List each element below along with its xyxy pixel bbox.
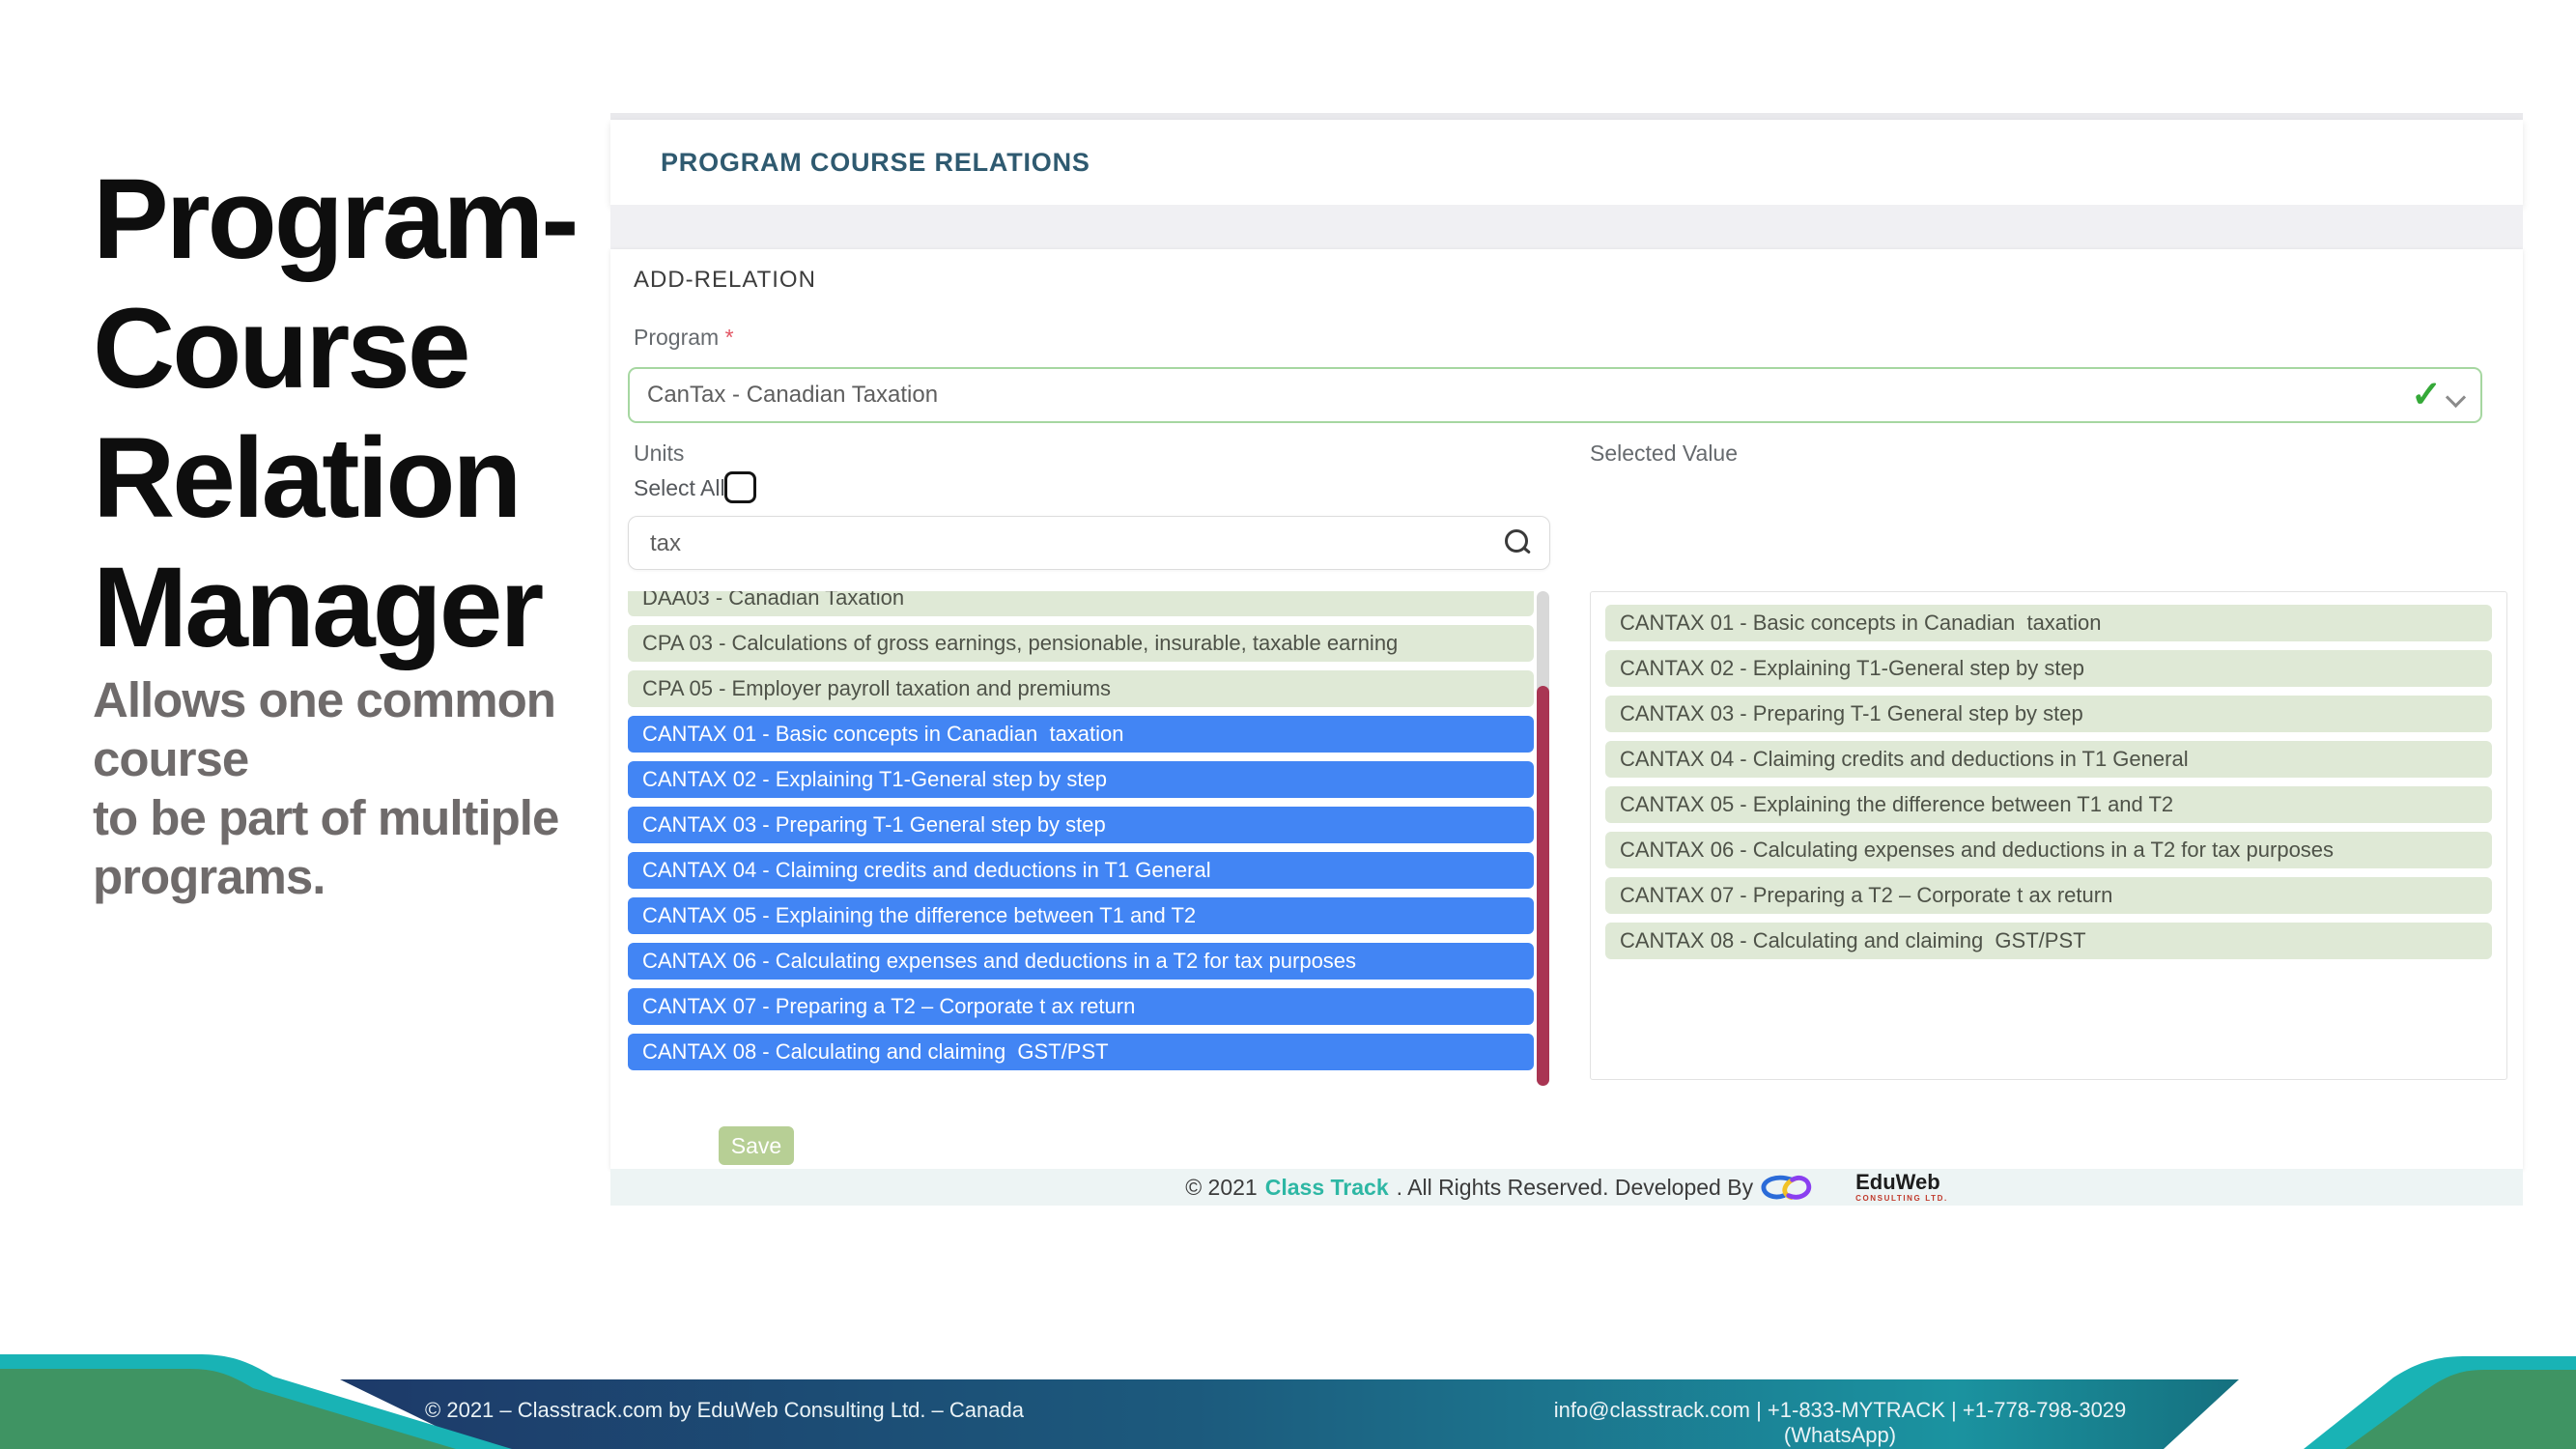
- selected-value-item: CANTAX 02 - Explaining T1-General step b…: [1605, 650, 2492, 687]
- unit-option[interactable]: CANTAX 06 - Calculating expenses and ded…: [628, 943, 1534, 980]
- selected-value-item: CANTAX 06 - Calculating expenses and ded…: [1605, 832, 2492, 868]
- required-asterisk: *: [725, 325, 734, 350]
- unit-option[interactable]: CANTAX 01 - Basic concepts in Canadian t…: [628, 716, 1534, 753]
- units-label: Units: [634, 440, 684, 467]
- search-icon[interactable]: [1505, 529, 1528, 553]
- valid-check-icon: ✓: [2411, 373, 2442, 416]
- program-selected-value: CanTax - Canadian Taxation: [647, 382, 938, 409]
- section-title: ADD-RELATION: [634, 267, 816, 294]
- slide-root: Program- Course Relation Manager Allows …: [0, 0, 2576, 1449]
- units-search: [628, 516, 1550, 570]
- ribbon-contact-text: info@classtrack.com | +1-833-MYTRACK | +…: [1521, 1398, 2159, 1448]
- selected-value-label: Selected Value: [1590, 440, 1738, 467]
- unit-option[interactable]: DAA03 - Canadian Taxation: [628, 591, 1534, 616]
- select-all-label: Select All: [634, 475, 725, 501]
- selected-values-panel: CANTAX 01 - Basic concepts in Canadian t…: [1590, 591, 2507, 1080]
- unit-option[interactable]: CPA 05 - Employer payroll taxation and p…: [628, 670, 1534, 707]
- selected-value-item: CANTAX 04 - Claiming credits and deducti…: [1605, 741, 2492, 778]
- selected-value-item: CANTAX 07 - Preparing a T2 – Corporate t…: [1605, 877, 2492, 914]
- units-list[interactable]: DAA03 - Canadian Taxation CPA 03 - Calcul…: [628, 591, 1534, 1086]
- app-header-bar: PROGRAM COURSE RELATIONS: [610, 120, 2523, 205]
- subtitle-line: to be part of multiple: [93, 788, 558, 847]
- save-button[interactable]: Save: [719, 1126, 794, 1165]
- eduweb-wordmark: EduWeb CONSULTING LTD.: [1855, 1172, 1948, 1203]
- unit-option[interactable]: CANTAX 05 - Explaining the difference be…: [628, 897, 1534, 934]
- program-label: Program *: [634, 325, 734, 351]
- ribbon-copyright-text: © 2021 – Classtrack.com by EduWeb Consul…: [425, 1398, 1024, 1423]
- bottom-ribbon: [0, 1352, 2576, 1449]
- unit-option[interactable]: CANTAX 02 - Explaining T1-General step b…: [628, 761, 1534, 798]
- headline-line: Course: [93, 284, 577, 413]
- page-title: PROGRAM COURSE RELATIONS: [661, 148, 1090, 178]
- app-window-top-edge: [610, 113, 2523, 120]
- unit-option[interactable]: CPA 03 - Calculations of gross earnings,…: [628, 625, 1534, 662]
- selected-value-item: CANTAX 05 - Explaining the difference be…: [1605, 786, 2492, 823]
- selected-value-item: CANTAX 08 - Calculating and claiming GST…: [1605, 923, 2492, 959]
- chevron-down-icon: [2446, 387, 2466, 408]
- footer-copyright-suffix: . All Rights Reserved. Developed By: [1397, 1175, 1753, 1201]
- units-list-scrollbar[interactable]: [1537, 591, 1549, 1086]
- select-all-checkbox[interactable]: [724, 471, 756, 503]
- unit-option[interactable]: CANTAX 04 - Claiming credits and deducti…: [628, 852, 1534, 889]
- slide-headline: Program- Course Relation Manager: [93, 155, 577, 672]
- footer-brand-link[interactable]: Class Track: [1265, 1175, 1389, 1201]
- subtitle-line: programs.: [93, 847, 558, 906]
- subtitle-line: Allows one common: [93, 670, 558, 729]
- eduweb-logo: EduWeb CONSULTING LTD.: [1761, 1172, 1948, 1203]
- subtitle-line: course: [93, 729, 558, 788]
- scrollbar-thumb[interactable]: [1537, 686, 1549, 1086]
- search-input[interactable]: [648, 523, 1483, 565]
- selected-value-item: CANTAX 01 - Basic concepts in Canadian t…: [1605, 605, 2492, 641]
- selected-value-item: CANTAX 03 - Preparing T-1 General step b…: [1605, 696, 2492, 732]
- eduweb-swirl-icon: [1761, 1173, 1850, 1202]
- program-select[interactable]: CanTax - Canadian Taxation ✓: [628, 367, 2482, 423]
- app-footer: © 2021 Class Track . All Rights Reserved…: [610, 1169, 2523, 1206]
- add-relation-card: ADD-RELATION Program * CanTax - Canadian…: [610, 249, 2523, 1169]
- slide-subtitle: Allows one common course to be part of m…: [93, 670, 558, 906]
- footer-copyright-prefix: © 2021: [1185, 1175, 1258, 1201]
- unit-option[interactable]: CANTAX 03 - Preparing T-1 General step b…: [628, 807, 1534, 843]
- unit-option[interactable]: CANTAX 08 - Calculating and claiming GST…: [628, 1034, 1534, 1070]
- headline-line: Program-: [93, 155, 577, 284]
- unit-option[interactable]: CANTAX 07 - Preparing a T2 – Corporate t…: [628, 988, 1534, 1025]
- headline-line: Relation: [93, 413, 577, 543]
- header-divider-band: [610, 205, 2523, 249]
- headline-line: Manager: [93, 543, 577, 672]
